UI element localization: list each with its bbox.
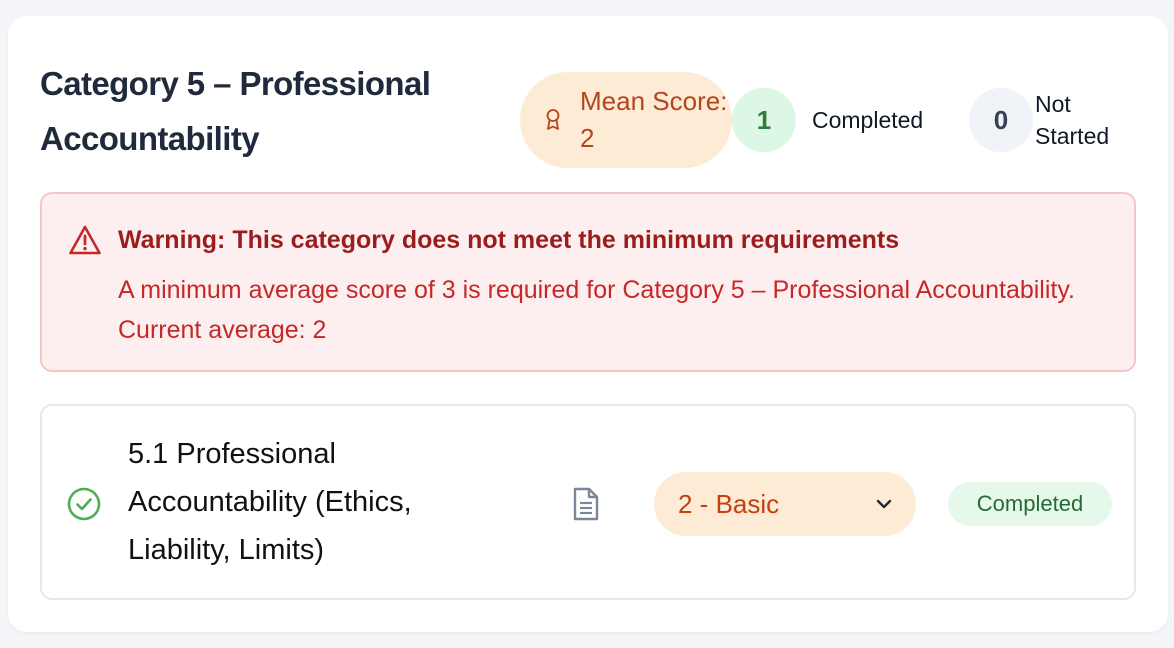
item-title: 5.1 Professional Accountability (Ethics,… [128,438,412,566]
not-started-label: Not Started [1035,91,1110,149]
score-select[interactable]: 2 - Basic [654,472,916,536]
warning-message: A minimum average score of 3 is required… [118,276,1075,344]
warning-alert: Warning: This category does not meet the… [40,192,1136,372]
not-started-count: 0 [969,88,1033,152]
mean-score-badge: Mean Score: 2 [520,72,732,168]
warning-triangle-icon [69,225,101,255]
check-circle-icon [67,487,101,521]
status-badge: Completed [948,482,1112,526]
chevron-down-icon [876,499,892,509]
completed-count: 1 [732,88,796,152]
warning-title: Warning: This category does not meet the… [118,226,900,254]
list-item: 5.1 Professional Accountability (Ethics,… [40,404,1136,600]
completed-label: Completed [812,107,924,133]
category-card: Category 5 – Professional Accountability… [8,16,1168,632]
document-icon[interactable] [570,486,602,522]
score-select-value: 2 - Basic [678,489,780,519]
award-icon [546,109,560,130]
category-title: Category 5 – Professional Accountability [40,65,431,157]
mean-score-label: Mean Score: 2 [580,86,728,153]
category-header: Category 5 – Professional Accountability… [40,56,1136,176]
